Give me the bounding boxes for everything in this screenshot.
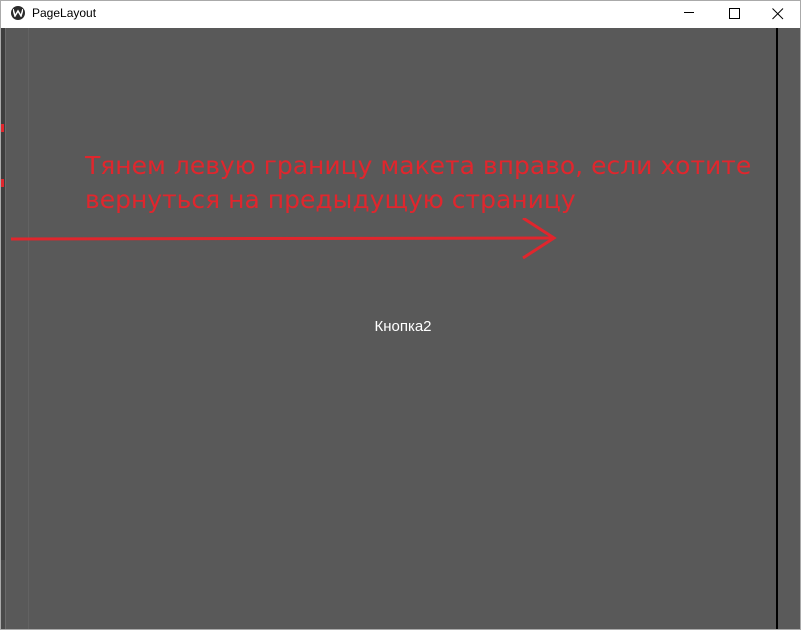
next-page-edge[interactable]	[778, 28, 800, 629]
previous-page-edge[interactable]	[1, 28, 6, 629]
close-icon	[772, 8, 784, 20]
annotation-line-1: Тянем левую границу макета вправо, если …	[85, 151, 752, 180]
annotation-mark	[1, 179, 4, 187]
minimize-icon	[684, 12, 694, 13]
previous-page-edge-lower	[1, 560, 5, 629]
page-border-line	[28, 28, 29, 629]
minimize-button[interactable]	[665, 1, 711, 27]
page-button-2[interactable]: Кнопка2	[303, 318, 503, 335]
title-bar[interactable]: PageLayout	[1, 1, 800, 27]
annotation-line-2: вернуться на предыдущую страницу	[85, 185, 576, 214]
maximize-button[interactable]	[711, 1, 757, 27]
page-layout-area[interactable]: Тянем левую границу макета вправо, если …	[1, 28, 800, 629]
window-title: PageLayout	[32, 6, 97, 20]
swipe-right-arrow-icon	[10, 218, 557, 260]
app-icon	[11, 6, 25, 20]
annotation-mark	[1, 124, 4, 132]
app-window: PageLayout Тянем левую границу макета вп…	[0, 0, 801, 630]
instruction-annotation: Тянем левую границу макета вправо, если …	[85, 149, 752, 217]
maximize-icon	[729, 8, 740, 19]
close-button[interactable]	[754, 1, 800, 27]
